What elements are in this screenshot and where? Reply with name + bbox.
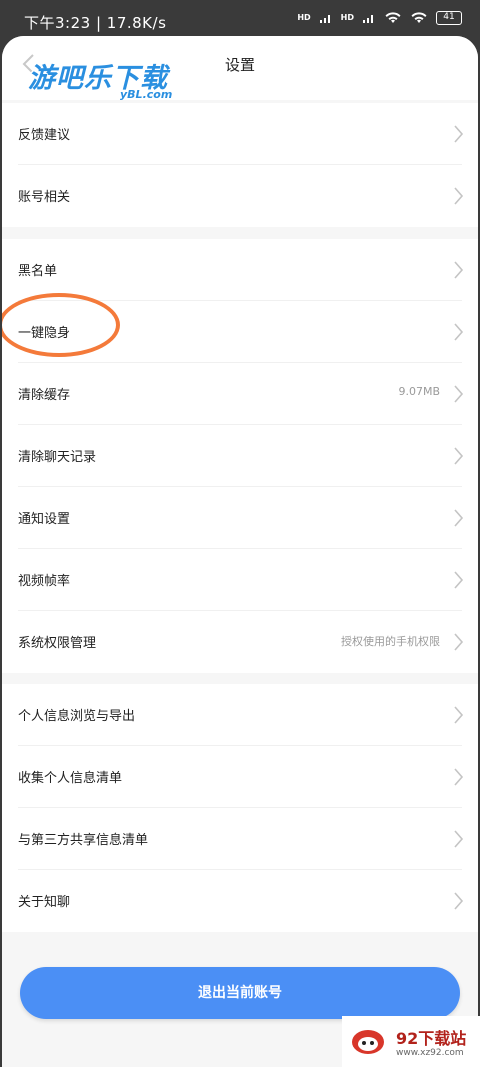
row-label: 收集个人信息清单 (18, 771, 123, 786)
chevron-right-icon (454, 323, 464, 341)
chevron-right-icon (454, 706, 464, 724)
settings-group-3: 个人信息浏览与导出 收集个人信息清单 与第三方共享信息清单 关于知聊 (2, 684, 478, 932)
row-about[interactable]: 关于知聊 (2, 870, 478, 932)
row-clear-cache[interactable]: 清除缓存 9.07MB (2, 363, 478, 425)
chevron-right-icon (454, 261, 464, 279)
row-notifications[interactable]: 通知设置 (2, 487, 478, 549)
row-video-framerate[interactable]: 视频帧率 (2, 549, 478, 611)
row-stealth[interactable]: 一键隐身 (2, 301, 478, 363)
battery-icon: 41 (436, 11, 462, 25)
row-third-party-sharing[interactable]: 与第三方共享信息清单 (2, 808, 478, 870)
row-label: 账号相关 (18, 190, 71, 205)
row-collected-info-list[interactable]: 收集个人信息清单 (2, 746, 478, 808)
hd-signal-icon: HD (297, 13, 311, 22)
chevron-right-icon (454, 509, 464, 527)
status-time: 下午3:23 | 17.8K/s (24, 14, 167, 32)
row-personal-info-export[interactable]: 个人信息浏览与导出 (2, 684, 478, 746)
row-label: 反馈建议 (18, 128, 71, 143)
logout-button[interactable]: 退出当前账号 (20, 967, 460, 1019)
chevron-right-icon (454, 830, 464, 848)
row-label: 与第三方共享信息清单 (18, 833, 149, 848)
settings-sheet: 设置 游吧乐下载 yBL.com 反馈建议 账号相关 黑名单 一键隐身 清除缓存… (2, 36, 478, 1067)
watermark-logo: 游吧乐下载 yBL.com (28, 56, 172, 101)
row-label: 视频帧率 (18, 574, 71, 589)
row-clear-chat[interactable]: 清除聊天记录 (2, 425, 478, 487)
wifi-icon-2 (411, 12, 427, 23)
row-permissions[interactable]: 系统权限管理 授权使用的手机权限 (2, 611, 478, 673)
row-label: 清除聊天记录 (18, 450, 97, 465)
hd-signal-icon-2: HD (340, 13, 354, 22)
chevron-right-icon (454, 125, 464, 143)
row-label: 通知设置 (18, 512, 71, 527)
chevron-right-icon (454, 447, 464, 465)
chevron-right-icon (454, 892, 464, 910)
row-label: 黑名单 (18, 264, 58, 279)
chevron-right-icon (454, 571, 464, 589)
chevron-right-icon (454, 187, 464, 205)
row-label: 关于知聊 (18, 895, 71, 910)
row-account[interactable]: 账号相关 (2, 165, 478, 227)
chevron-right-icon (454, 385, 464, 403)
settings-group-1: 反馈建议 账号相关 (2, 103, 478, 227)
permissions-hint: 授权使用的手机权限 (341, 635, 440, 648)
watermark-badge-url: www.xz92.com (396, 1048, 464, 1058)
settings-group-2: 黑名单 一键隐身 清除缓存 9.07MB 清除聊天记录 通知设置 视频帧率 系统… (2, 239, 478, 673)
watermark-url: yBL.com (120, 88, 173, 101)
cache-size-value: 9.07MB (398, 385, 440, 398)
row-blacklist[interactable]: 黑名单 (2, 239, 478, 301)
row-label: 个人信息浏览与导出 (18, 709, 136, 724)
chevron-right-icon (454, 768, 464, 786)
watermark-badge: 92下载站 www.xz92.com (342, 1016, 480, 1067)
row-label: 清除缓存 (18, 388, 71, 403)
row-feedback[interactable]: 反馈建议 (2, 103, 478, 165)
watermark-badge-title: 92下载站 (396, 1029, 467, 1048)
row-label: 系统权限管理 (18, 636, 97, 651)
cell-signal-icon (319, 15, 330, 23)
chevron-right-icon (454, 633, 464, 651)
mascot-logo-icon (352, 1030, 384, 1054)
wifi-icon (385, 12, 401, 23)
row-label: 一键隐身 (18, 326, 71, 341)
cell-signal-icon-2 (363, 15, 373, 23)
status-icons: HD HD 41 (297, 11, 462, 25)
